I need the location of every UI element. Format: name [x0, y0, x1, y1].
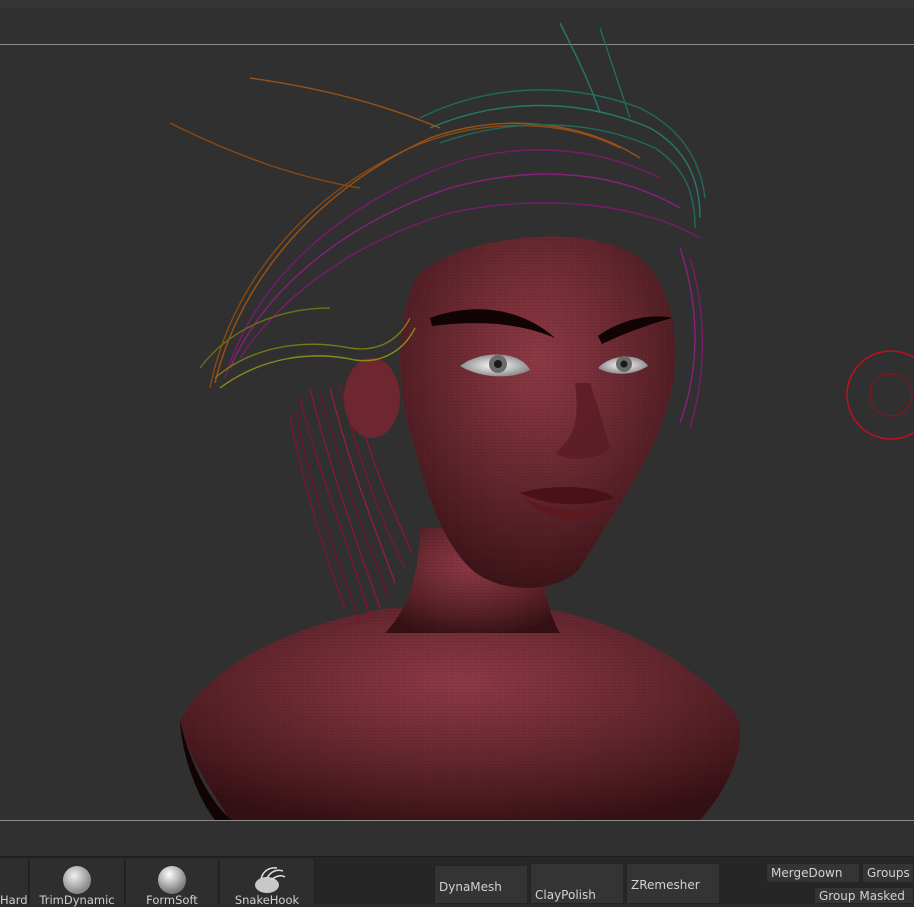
brush-label: TrimDynamic [39, 893, 115, 907]
brush-slot-formsoft[interactable]: FormSoft [126, 859, 219, 907]
head [344, 236, 676, 588]
snakehook-brush-icon [255, 867, 286, 893]
sphere-soft-brush-icon [158, 866, 186, 894]
sculpted-bust-model[interactable] [0, 8, 914, 856]
brush-cursor-icon [846, 350, 914, 440]
zremesher-button[interactable]: ZRemesher [626, 863, 720, 904]
brush-label: Hard [0, 893, 28, 907]
brush-slot-snakehook[interactable]: SnakeHook [220, 859, 315, 907]
bottom-shelf: Hard TrimDynamic FormSoft SnakeHook Dyna… [0, 856, 914, 907]
brush-slot-hard[interactable]: Hard [0, 859, 29, 907]
sphere-brush-icon [63, 866, 91, 894]
brush-slot-trimdynamic[interactable]: TrimDynamic [30, 859, 125, 907]
groups-split-button[interactable]: Groups S [862, 863, 914, 883]
3d-viewport[interactable] [0, 8, 914, 856]
torso [180, 608, 741, 820]
dynamesh-button[interactable]: DynaMesh [434, 865, 528, 904]
claypolish-button[interactable]: ClayPolish [530, 863, 624, 904]
brush-label: SnakeHook [234, 893, 300, 907]
group-masked-button[interactable]: Group Masked [814, 887, 914, 904]
mergedown-button[interactable]: MergeDown [766, 863, 860, 883]
brush-label: FormSoft [146, 893, 198, 907]
